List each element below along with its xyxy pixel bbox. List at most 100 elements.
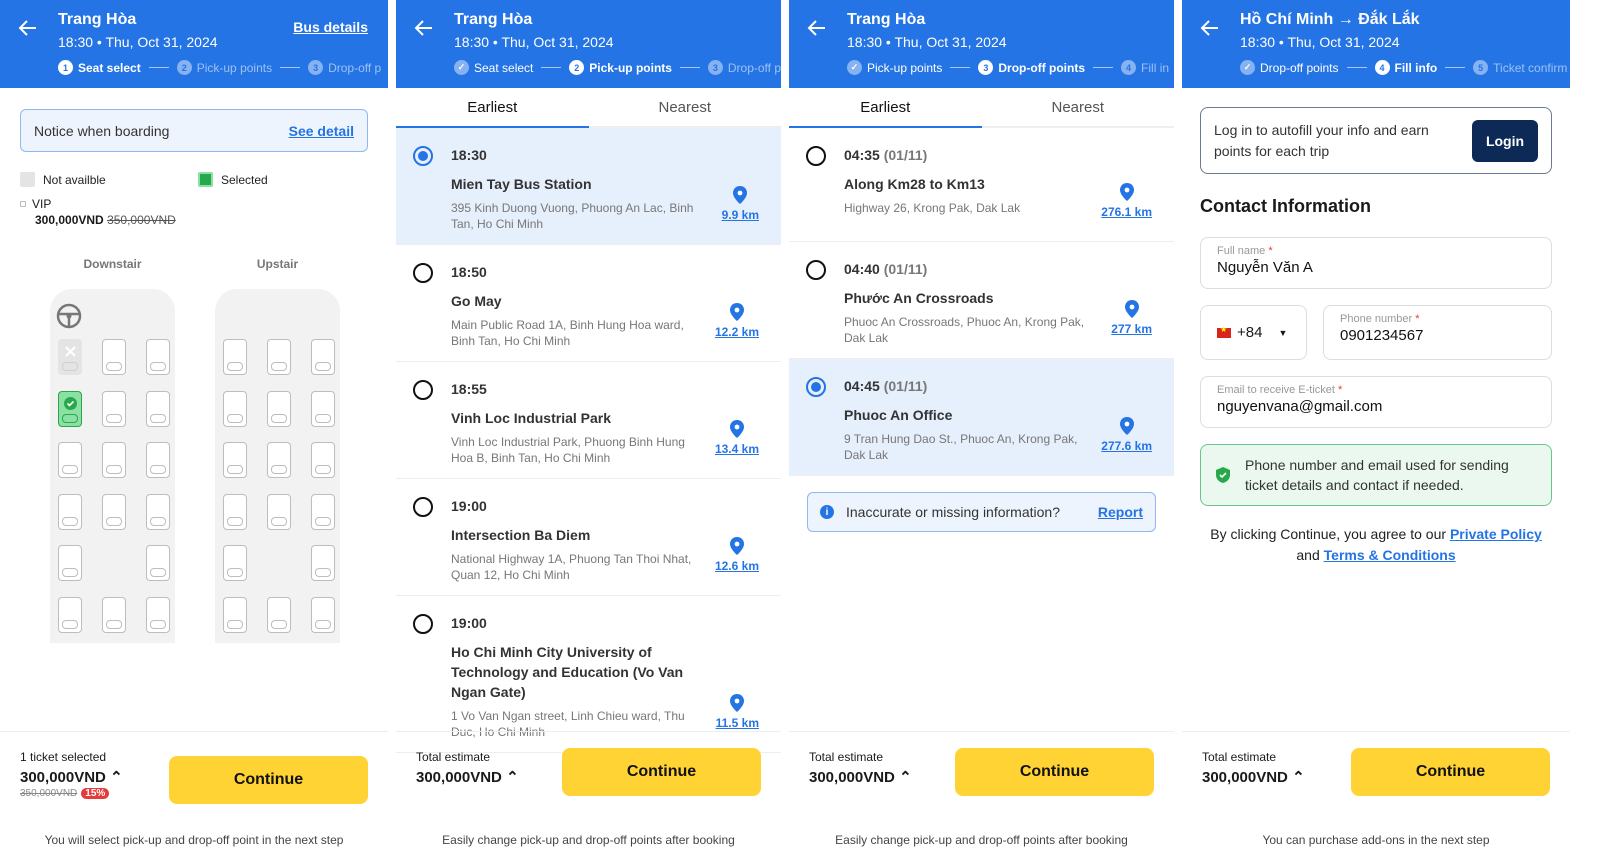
seat[interactable] [146, 597, 170, 633]
seat[interactable] [102, 391, 126, 427]
seat[interactable] [267, 494, 291, 530]
radio-button[interactable] [413, 614, 433, 634]
distance-link[interactable]: 12.2 km [715, 303, 759, 339]
seat[interactable] [146, 339, 170, 375]
footer-note: You can purchase add-ons in the next ste… [1262, 833, 1490, 847]
total-price[interactable]: 300,000VND ⌃ [416, 768, 519, 786]
seat[interactable] [102, 597, 126, 633]
continue-button[interactable]: Continue [955, 748, 1154, 796]
continue-button[interactable]: Continue [169, 756, 368, 804]
seat[interactable] [267, 339, 291, 375]
country-code-select[interactable]: +84 ▼ [1200, 305, 1307, 360]
step-connector [1445, 67, 1466, 68]
seat[interactable] [58, 442, 82, 478]
distance-link[interactable]: 9.9 km [722, 186, 759, 222]
seat[interactable] [146, 545, 170, 581]
seat[interactable] [223, 597, 247, 633]
radio-button[interactable] [413, 497, 433, 517]
vietnam-flag-icon [1217, 325, 1231, 338]
seat[interactable] [146, 391, 170, 427]
tab-earliest[interactable]: Earliest [396, 88, 589, 126]
continue-button[interactable]: Continue [562, 748, 761, 796]
seat[interactable] [102, 442, 126, 478]
step-1: ✓ Drop-off points [1240, 60, 1339, 75]
radio-button[interactable] [413, 146, 433, 166]
terms-link[interactable]: Terms & Conditions [1324, 547, 1456, 563]
tab-nearest[interactable]: Nearest [982, 88, 1175, 126]
email-field[interactable]: Email to receive E-ticket * nguyenvana@g… [1200, 376, 1552, 428]
seat[interactable] [311, 391, 335, 427]
total-price[interactable]: 300,000VND ⌃ [20, 768, 123, 786]
point-list-item[interactable]: 04:45 (01/11) Phuoc An Office 9 Tran Hung … [789, 359, 1174, 476]
login-prompt: Log in to autofill your info and earn po… [1200, 107, 1552, 174]
radio-button[interactable] [413, 263, 433, 283]
distance-link[interactable]: 276.1 km [1101, 183, 1152, 219]
point-date: (01/11) [883, 147, 928, 163]
check-icon: ✓ [1240, 60, 1255, 75]
radio-button[interactable] [806, 260, 826, 280]
step-2: 3 Drop-off points [978, 60, 1085, 75]
step-number: 5 [1473, 60, 1489, 75]
back-arrow-icon[interactable] [805, 16, 829, 40]
radio-button[interactable] [413, 380, 433, 400]
radio-button[interactable] [806, 377, 826, 397]
login-button[interactable]: Login [1472, 119, 1538, 162]
vip-old-price: 350,000VND [107, 213, 176, 227]
seat-selected[interactable] [58, 391, 82, 427]
tab-earliest[interactable]: Earliest [789, 88, 982, 126]
point-name: Mien Tay Bus Station [451, 176, 592, 192]
seat[interactable] [58, 545, 82, 581]
seat[interactable] [267, 391, 291, 427]
distance-link[interactable]: 11.5 km [716, 694, 759, 730]
phone-field[interactable]: Phone number * 0901234567 [1323, 305, 1552, 360]
distance-link[interactable]: 12.6 km [715, 537, 759, 573]
bus-details-link[interactable]: Bus details [293, 19, 368, 35]
seat[interactable] [102, 494, 126, 530]
distance-link[interactable]: 13.4 km [715, 420, 759, 456]
seat[interactable] [146, 494, 170, 530]
seat[interactable] [311, 545, 335, 581]
distance-link[interactable]: 277 km [1111, 300, 1152, 336]
seat[interactable] [223, 545, 247, 581]
seat[interactable] [311, 339, 335, 375]
report-link[interactable]: Report [1098, 504, 1143, 520]
continue-button[interactable]: Continue [1351, 748, 1550, 796]
point-date: (01/11) [883, 378, 928, 394]
see-detail-link[interactable]: See detail [289, 123, 354, 139]
back-arrow-icon[interactable] [1198, 16, 1222, 40]
seat[interactable] [267, 442, 291, 478]
seat[interactable] [311, 494, 335, 530]
seat[interactable] [146, 442, 170, 478]
stepper: ✓ Seat select 2 Pick-up points 3 Drop-off p [454, 60, 781, 75]
privacy-policy-link[interactable]: Private Policy [1450, 526, 1542, 542]
seat[interactable] [311, 597, 335, 633]
distance-link[interactable]: 277.6 km [1101, 417, 1152, 453]
point-list-item[interactable]: 19:00 Ho Chi Minh City University of Tec… [396, 596, 781, 753]
total-price[interactable]: 300,000VND ⌃ [809, 768, 912, 786]
seat[interactable] [223, 442, 247, 478]
total-price[interactable]: 300,000VND ⌃ [1202, 768, 1305, 786]
footer-note: Easily change pick-up and drop-off point… [835, 833, 1128, 847]
seat[interactable] [102, 339, 126, 375]
tab-nearest[interactable]: Nearest [589, 88, 782, 126]
seat[interactable] [311, 442, 335, 478]
back-arrow-icon[interactable] [412, 16, 436, 40]
point-list-item[interactable]: 18:55 Vinh Loc Industrial Park Vinh Loc I… [396, 362, 781, 479]
seat[interactable] [223, 494, 247, 530]
seat[interactable] [223, 339, 247, 375]
point-list-item[interactable]: 18:30 Mien Tay Bus Station 395 Kinh Duong… [396, 128, 781, 245]
point-list-item[interactable]: 04:40 (01/11) Phước An Crossroads Phuoc An… [789, 242, 1174, 359]
point-list-item[interactable]: 19:00 Intersection Ba Diem National Highw… [396, 479, 781, 596]
back-arrow-icon[interactable] [16, 16, 40, 40]
seat[interactable] [223, 391, 247, 427]
point-time: 04:35 (01/11) [844, 147, 928, 163]
report-banner: i Inaccurate or missing information? Rep… [807, 492, 1156, 532]
footer-note: You will select pick-up and drop-off poi… [44, 833, 344, 847]
seat[interactable] [58, 494, 82, 530]
radio-button[interactable] [806, 146, 826, 166]
point-list-item[interactable]: 18:50 Go May Main Public Road 1A, Binh Hu… [396, 245, 781, 362]
seat[interactable] [267, 597, 291, 633]
full-name-field[interactable]: Full name * Nguyễn Văn A [1200, 237, 1552, 289]
point-list-item[interactable]: 04:35 (01/11) Along Km28 to Km13 Highway 2… [789, 128, 1174, 242]
seat[interactable] [58, 597, 82, 633]
